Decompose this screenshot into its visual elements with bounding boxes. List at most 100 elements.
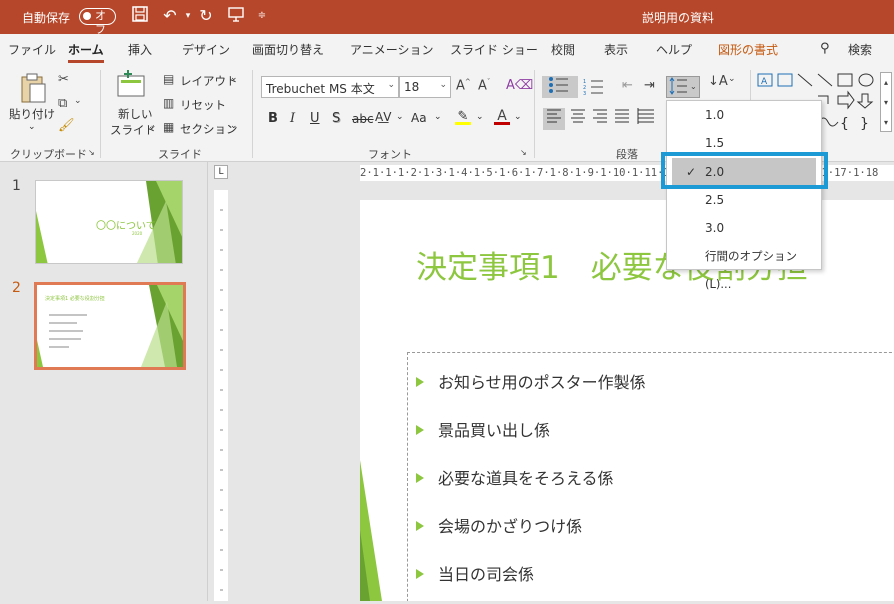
bullet-item[interactable]: 会場のかざりつけ係: [416, 513, 582, 537]
tab-file[interactable]: ファイル: [8, 41, 56, 58]
tab-animations[interactable]: アニメーション: [350, 41, 434, 58]
align-right-icon[interactable]: [589, 108, 611, 130]
copy-dropdown-icon[interactable]: ⌄: [74, 96, 82, 106]
highlight-dropdown-icon[interactable]: ⌄: [476, 112, 484, 122]
font-launcher-icon[interactable]: ↘: [520, 148, 527, 157]
text-direction-dropdown-icon[interactable]: ⌄: [728, 74, 736, 84]
tab-review[interactable]: 校閲: [551, 41, 575, 58]
line-spacing-button[interactable]: ⌄: [666, 76, 700, 98]
search-icon[interactable]: ⚲: [820, 41, 830, 56]
align-center-icon[interactable]: [567, 108, 589, 130]
toggle-knob: [83, 12, 91, 20]
tab-insert[interactable]: 挿入: [128, 41, 152, 58]
autosave-state: オフ: [95, 9, 106, 36]
layout-dropdown-icon[interactable]: ⌄: [230, 73, 238, 83]
tab-slideshow[interactable]: スライド ショー: [450, 41, 538, 58]
line-spacing-option-3-0[interactable]: 3.0: [667, 214, 821, 242]
paste-dropdown-icon[interactable]: ⌄: [28, 122, 36, 132]
strikethrough-button[interactable]: abc: [352, 112, 374, 126]
section-label[interactable]: セクション: [180, 121, 238, 137]
shrink-font-icon[interactable]: Aˇ: [478, 78, 490, 93]
bullet-arrow-icon: [416, 377, 424, 387]
redo-icon[interactable]: ↻: [196, 6, 216, 26]
line-spacing-option-1-0[interactable]: 1.0: [667, 101, 821, 129]
text-direction-icon[interactable]: ↓A: [708, 74, 728, 89]
slide-number-1: 1: [12, 178, 21, 194]
svg-text:3: 3: [583, 91, 586, 96]
change-case-button[interactable]: Aa: [411, 111, 427, 125]
tab-selector[interactable]: L: [214, 165, 228, 179]
character-spacing-icon[interactable]: A͟V: [375, 110, 391, 124]
tab-help[interactable]: ヘルプ: [656, 41, 692, 58]
new-slide-icon[interactable]: [116, 70, 146, 100]
title-bar: 自動保存 オフ ↶ ▾ ↻ ≑ 説明用の資料: [0, 0, 894, 36]
justify-icon[interactable]: [611, 108, 633, 130]
clear-format-icon[interactable]: A⌫: [506, 78, 533, 93]
font-color-dropdown-icon[interactable]: ⌄: [514, 112, 522, 122]
grow-font-icon[interactable]: A^: [456, 78, 471, 93]
shadow-button[interactable]: S: [332, 111, 340, 126]
tab-design[interactable]: デザイン: [182, 41, 230, 58]
font-size-dropdown-icon[interactable]: ⌄: [439, 80, 447, 90]
underline-button[interactable]: U: [310, 111, 320, 126]
reset-label[interactable]: リセット: [180, 97, 226, 113]
autosave-toggle[interactable]: オフ: [79, 8, 116, 36]
copy-icon[interactable]: ⧉: [58, 96, 67, 111]
cut-icon[interactable]: ✂: [58, 72, 69, 87]
tab-transitions[interactable]: 画面切り替え: [252, 41, 324, 58]
undo-icon[interactable]: ↶: [160, 6, 180, 26]
vertical-ruler[interactable]: [214, 190, 228, 601]
tab-home[interactable]: ホーム: [68, 41, 104, 63]
tab-shape-format[interactable]: 図形の書式: [718, 41, 778, 58]
search-label[interactable]: 検索: [848, 41, 872, 58]
bullet-item[interactable]: 景品買い出し係: [416, 417, 550, 441]
tab-view[interactable]: 表示: [604, 41, 628, 58]
bullet-text: 景品買い出し係: [438, 421, 551, 440]
bullet-text: お知らせ用のポスター作製係: [438, 373, 646, 392]
content-placeholder[interactable]: お知らせ用のポスター作製係 景品買い出し係 必要な道具をそろえる係 会場のかざり…: [407, 352, 894, 601]
undo-dropdown-icon[interactable]: ▾: [178, 6, 198, 26]
new-slide-label-1[interactable]: 新しい: [118, 106, 153, 122]
format-painter-icon[interactable]: 🖌: [58, 118, 75, 133]
font-color-icon[interactable]: A: [494, 108, 510, 125]
bullet-arrow-icon: [416, 425, 424, 435]
character-spacing-dropdown-icon[interactable]: ⌄: [396, 112, 404, 122]
section-dropdown-icon[interactable]: ⌄: [230, 121, 238, 131]
bold-button[interactable]: B: [268, 111, 278, 126]
reset-icon[interactable]: ▥: [163, 96, 174, 110]
svg-text:A: A: [761, 77, 768, 87]
font-name-combo[interactable]: Trebuchet MS 本文 ⌄: [261, 76, 399, 98]
layout-label[interactable]: レイアウト: [180, 73, 238, 89]
align-left-button[interactable]: [543, 108, 565, 130]
numbering-icon[interactable]: 123: [582, 78, 608, 97]
slide-thumbnail-1[interactable]: 〇〇について 2020: [35, 180, 183, 264]
change-case-dropdown-icon[interactable]: ⌄: [434, 112, 442, 122]
distributed-icon[interactable]: [635, 108, 657, 130]
line-spacing-option-2-5[interactable]: 2.5: [667, 186, 821, 214]
thumb-1-title: 〇〇について: [96, 221, 156, 232]
line-spacing-options-link[interactable]: 行間のオプション(L)...: [667, 242, 821, 291]
italic-button[interactable]: I: [290, 111, 295, 126]
section-icon[interactable]: ▦: [163, 120, 174, 134]
bullets-button[interactable]: [542, 76, 578, 98]
slide-number-2: 2: [12, 280, 21, 296]
save-icon[interactable]: [130, 6, 150, 26]
paste-label[interactable]: 貼り付け: [9, 106, 55, 122]
bullet-item[interactable]: 当日の司会係: [416, 561, 534, 585]
customize-qat-icon[interactable]: ≑: [252, 6, 272, 26]
increase-indent-icon[interactable]: ⇥: [644, 78, 655, 93]
decrease-indent-icon[interactable]: ⇤: [622, 78, 633, 93]
new-slide-dropdown-icon[interactable]: ⌄: [148, 122, 156, 132]
paste-icon[interactable]: [18, 72, 48, 104]
clipboard-launcher-icon[interactable]: ↘: [88, 148, 95, 157]
font-name-dropdown-icon[interactable]: ⌄: [387, 80, 395, 90]
shapes-gallery-scroll[interactable]: ▴ ▾ ▾: [880, 72, 892, 132]
font-size-combo[interactable]: 18 ⌄: [399, 76, 451, 98]
present-icon[interactable]: [226, 6, 246, 26]
layout-icon[interactable]: ▤: [163, 72, 174, 86]
bullet-item[interactable]: お知らせ用のポスター作製係: [416, 369, 646, 393]
bullet-item[interactable]: 必要な道具をそろえる係: [416, 465, 614, 489]
highlight-icon[interactable]: ✎: [455, 109, 471, 125]
svg-text:{: {: [840, 116, 849, 132]
slide-thumbnail-2[interactable]: 決定事項1 必要な役割分担: [34, 282, 186, 370]
